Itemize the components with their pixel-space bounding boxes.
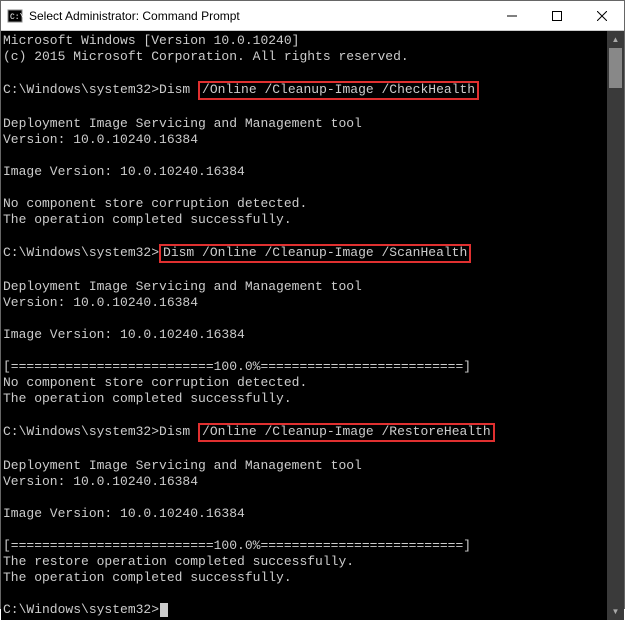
prompt-text: C:\Windows\system32> [3,82,159,97]
titlebar[interactable]: C:\ Select Administrator: Command Prompt [1,1,624,31]
prompt-text: C:\Windows\system32> [3,245,159,260]
scrollbar-thumb[interactable] [609,48,622,88]
output-text: Image Version: 10.0.10240.16384 [3,327,245,342]
svg-text:C:\: C:\ [10,13,23,22]
progress-bar: [==========================100.0%=======… [3,538,471,553]
maximize-button[interactable] [534,1,579,30]
prompt-text: C:\Windows\system32> [3,602,159,617]
output-text: Deployment Image Servicing and Managemen… [3,458,362,473]
window-controls [489,1,624,30]
vertical-scrollbar[interactable]: ▲ ▼ [607,31,624,620]
content-area: Microsoft Windows [Version 10.0.10240] (… [1,31,624,620]
command-text: Dism [159,82,198,97]
output-text: (c) 2015 Microsoft Corporation. All righ… [3,49,409,64]
highlighted-args: /Online /Cleanup-Image /RestoreHealth [198,423,495,442]
scroll-up-arrow[interactable]: ▲ [607,31,624,48]
output-text: Microsoft Windows [Version 10.0.10240] [3,33,299,48]
scroll-down-arrow[interactable]: ▼ [607,603,624,620]
output-text: The operation completed successfully. [3,570,292,585]
cmd-icon: C:\ [7,8,23,24]
close-button[interactable] [579,1,624,30]
output-text: Deployment Image Servicing and Managemen… [3,116,362,131]
output-text: No component store corruption detected. [3,375,307,390]
terminal-output[interactable]: Microsoft Windows [Version 10.0.10240] (… [1,31,607,620]
highlighted-command: Dism /Online /Cleanup-Image /ScanHealth [159,244,471,263]
output-text: Deployment Image Servicing and Managemen… [3,279,362,294]
output-text: Image Version: 10.0.10240.16384 [3,506,245,521]
output-text: No component store corruption detected. [3,196,307,211]
output-text: The operation completed successfully. [3,212,292,227]
output-text: Image Version: 10.0.10240.16384 [3,164,245,179]
output-text: The restore operation completed successf… [3,554,354,569]
minimize-button[interactable] [489,1,534,30]
command-text: Dism [159,424,198,439]
progress-bar: [==========================100.0%=======… [3,359,471,374]
cursor [160,603,168,617]
command-prompt-window: C:\ Select Administrator: Command Prompt… [0,0,625,609]
output-text: Version: 10.0.10240.16384 [3,474,198,489]
window-title: Select Administrator: Command Prompt [29,9,489,23]
output-text: The operation completed successfully. [3,391,292,406]
highlighted-args: /Online /Cleanup-Image /CheckHealth [198,81,479,100]
output-text: Version: 10.0.10240.16384 [3,132,198,147]
prompt-text: C:\Windows\system32> [3,424,159,439]
output-text: Version: 10.0.10240.16384 [3,295,198,310]
